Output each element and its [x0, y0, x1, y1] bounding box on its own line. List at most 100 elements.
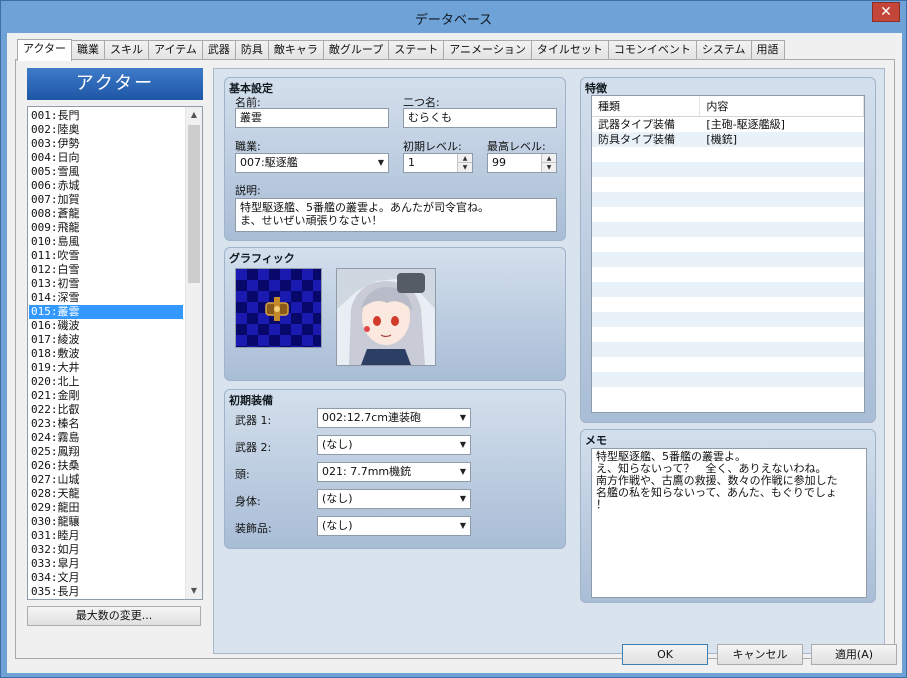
tab-3[interactable]: アイテム [148, 40, 203, 60]
actor-list[interactable]: 001:長門 002:陸奥 003:伊勢 004:日向 005:雪風 006:赤城 007:… [27, 106, 203, 600]
table-row[interactable] [592, 237, 864, 252]
tab-5[interactable]: 防具 [234, 40, 269, 60]
list-item[interactable]: 020:北上 [29, 375, 183, 389]
tab-0[interactable]: アクター [17, 39, 73, 61]
max-level-spinner[interactable]: 99 ▲ ▼ [487, 153, 557, 173]
table-row[interactable] [592, 162, 864, 177]
ok-button[interactable]: OK [622, 644, 708, 665]
list-item[interactable]: 003:伊勢 [29, 137, 183, 151]
list-item[interactable]: 028:天龍 [29, 487, 183, 501]
table-row[interactable] [592, 342, 864, 357]
table-row[interactable] [592, 207, 864, 222]
close-button[interactable]: ✕ [872, 2, 900, 22]
list-item[interactable]: 002:陸奥 [29, 123, 183, 137]
list-item[interactable]: 024:霧島 [29, 431, 183, 445]
list-item[interactable]: 035:長月 [29, 585, 183, 599]
tab-11[interactable]: コモンイベント [607, 40, 697, 60]
spin-down-icon[interactable]: ▼ [542, 163, 556, 172]
list-item[interactable]: 005:雪風 [29, 165, 183, 179]
list-item[interactable]: 029:龍田 [29, 501, 183, 515]
apply-button[interactable]: 適用(A) [811, 644, 897, 665]
table-row[interactable] [592, 147, 864, 162]
tab-13[interactable]: 用語 [750, 40, 785, 60]
traits-col-type[interactable]: 種類 [592, 96, 701, 116]
list-item[interactable]: 017:綾波 [29, 333, 183, 347]
actor-list-scrollbar[interactable]: ▲ ▼ [185, 107, 202, 599]
table-row[interactable] [592, 177, 864, 192]
table-row[interactable] [592, 222, 864, 237]
list-item[interactable]: 004:日向 [29, 151, 183, 165]
spin-up-icon[interactable]: ▲ [542, 154, 556, 163]
list-item[interactable]: 008:蒼龍 [29, 207, 183, 221]
spin-up-icon[interactable]: ▲ [458, 154, 472, 163]
initial-level-stepper[interactable]: ▲ ▼ [457, 154, 472, 172]
list-item[interactable]: 016:磯波 [29, 319, 183, 333]
table-row[interactable] [592, 267, 864, 282]
table-row[interactable]: 防具タイプ装備 [機銃] [592, 132, 864, 147]
tab-10[interactable]: タイルセット [530, 40, 609, 60]
equipment-select[interactable]: (なし) ▼ [317, 435, 471, 455]
table-row[interactable] [592, 357, 864, 372]
equipment-select[interactable]: 021: 7.7mm機銃 ▼ [317, 462, 471, 482]
list-item[interactable]: 027:山城 [29, 473, 183, 487]
list-item[interactable]: 026:扶桑 [29, 459, 183, 473]
traits-table[interactable]: 種類 内容 武器タイプ装備 [主砲-駆逐艦級] 防具タイプ装備 [機銃] [591, 95, 865, 413]
list-item[interactable]: 032:如月 [29, 543, 183, 557]
tab-4[interactable]: 武器 [201, 40, 236, 60]
list-item[interactable]: 012:白雪 [29, 263, 183, 277]
memo-input[interactable]: 特型駆逐艦、5番艦の叢雲よ。 え、知らないって？ 全く、ありえないわね。 南方作戦や… [591, 448, 867, 598]
list-item[interactable]: 022:比叡 [29, 403, 183, 417]
initial-level-spinner[interactable]: 1 ▲ ▼ [403, 153, 473, 173]
equipment-select[interactable]: (なし) ▼ [317, 516, 471, 536]
table-row[interactable] [592, 312, 864, 327]
list-item[interactable]: 011:吹雪 [29, 249, 183, 263]
traits-col-content[interactable]: 内容 [700, 96, 864, 116]
scroll-up-icon[interactable]: ▲ [186, 107, 202, 123]
class-select[interactable]: 007:駆逐艦 ▼ [235, 153, 389, 173]
cancel-button[interactable]: キャンセル [717, 644, 803, 665]
scroll-thumb[interactable] [188, 125, 200, 283]
spin-down-icon[interactable]: ▼ [458, 163, 472, 172]
list-item[interactable]: 030:龍驤 [29, 515, 183, 529]
tab-6[interactable]: 敵キャラ [267, 40, 324, 60]
tab-12[interactable]: システム [695, 40, 752, 60]
face-graphic[interactable] [336, 268, 436, 366]
list-item[interactable]: 009:飛龍 [29, 221, 183, 235]
name-input[interactable]: 叢雲 [235, 108, 389, 128]
table-row[interactable] [592, 252, 864, 267]
list-item[interactable]: 034:文月 [29, 571, 183, 585]
scroll-down-icon[interactable]: ▼ [186, 583, 202, 599]
table-row[interactable]: 武器タイプ装備 [主砲-駆逐艦級] [592, 117, 864, 132]
table-row[interactable] [592, 372, 864, 387]
list-item[interactable]: 001:長門 [29, 109, 183, 123]
list-item[interactable]: 015:叢雲 [29, 305, 183, 319]
tab-8[interactable]: ステート [388, 40, 445, 60]
list-item[interactable]: 007:加賀 [29, 193, 183, 207]
nickname-input[interactable]: むらくも [403, 108, 557, 128]
list-item[interactable]: 031:睦月 [29, 529, 183, 543]
table-row[interactable] [592, 282, 864, 297]
tab-1[interactable]: 職業 [71, 40, 106, 60]
list-item[interactable]: 006:赤城 [29, 179, 183, 193]
table-row[interactable] [592, 297, 864, 312]
equipment-select[interactable]: 002:12.7cm連装砲 ▼ [317, 408, 471, 428]
list-item[interactable]: 018:敷波 [29, 347, 183, 361]
equipment-select[interactable]: (なし) ▼ [317, 489, 471, 509]
tab-7[interactable]: 敵グループ [322, 40, 390, 60]
list-item[interactable]: 021:金剛 [29, 389, 183, 403]
description-input[interactable]: 特型駆逐艦、5番艦の叢雲よ。あんたが司令官ね。 ま、せいぜい頑張りなさい！ [235, 198, 557, 232]
tab-9[interactable]: アニメーション [443, 40, 532, 60]
table-row[interactable] [592, 387, 864, 402]
tab-2[interactable]: スキル [104, 40, 150, 60]
list-item[interactable]: 025:鳳翔 [29, 445, 183, 459]
list-item[interactable]: 033:皐月 [29, 557, 183, 571]
max-level-stepper[interactable]: ▲ ▼ [541, 154, 556, 172]
character-graphic[interactable] [235, 268, 322, 348]
change-max-button[interactable]: 最大数の変更... [27, 606, 201, 626]
list-item[interactable]: 019:大井 [29, 361, 183, 375]
title-bar[interactable]: データベース ✕ [1, 1, 906, 33]
list-item[interactable]: 023:榛名 [29, 417, 183, 431]
list-item[interactable]: 010:島風 [29, 235, 183, 249]
list-item[interactable]: 014:深雪 [29, 291, 183, 305]
table-row[interactable] [592, 192, 864, 207]
